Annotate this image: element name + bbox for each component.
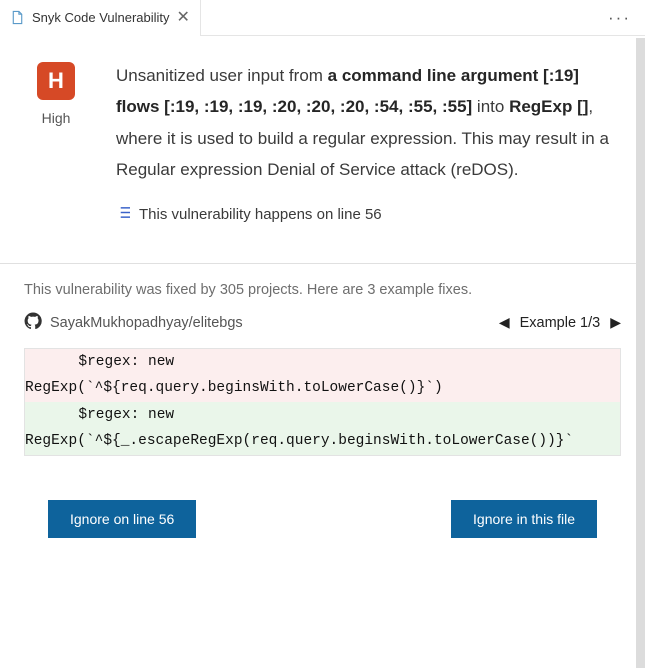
ignore-in-file-button[interactable]: Ignore in this file xyxy=(451,500,597,538)
example-repo[interactable]: SayakMukhopadhyay/elitebgs xyxy=(24,312,243,334)
more-icon[interactable]: ··· xyxy=(602,8,637,28)
tab-bar: Snyk Code Vulnerability ✕ ··· xyxy=(0,0,645,36)
action-bar: Ignore on line 56 Ignore in this file xyxy=(0,474,645,566)
vulnerability-description: Unsanitized user input from a command li… xyxy=(116,60,619,186)
diff-removed-line: $regex: new xyxy=(25,349,620,375)
fixes-intro: This vulnerability was fixed by 305 proj… xyxy=(24,282,621,298)
pager-label: Example 1/3 xyxy=(520,315,601,331)
desc-sink: RegExp [] xyxy=(509,97,588,116)
scrollbar[interactable] xyxy=(636,38,645,668)
code-diff: $regex: new RegExp(`^${req.query.beginsW… xyxy=(24,348,621,456)
desc-mid: into xyxy=(472,97,509,116)
file-icon xyxy=(10,10,25,25)
ignore-on-line-button[interactable]: Ignore on line 56 xyxy=(48,500,196,538)
diff-added-line: RegExp(`^${_.escapeRegExp(req.query.begi… xyxy=(25,428,620,454)
diff-added-line: $regex: new xyxy=(25,402,620,428)
prev-example-icon[interactable]: ◀ xyxy=(499,314,510,331)
divider xyxy=(0,263,645,264)
tab-title: Snyk Code Vulnerability xyxy=(32,10,170,25)
desc-pre: Unsanitized user input from xyxy=(116,66,328,85)
severity-badge: H xyxy=(37,62,75,100)
active-tab[interactable]: Snyk Code Vulnerability ✕ xyxy=(0,0,201,36)
description-column: Unsanitized user input from a command li… xyxy=(116,60,619,223)
github-icon xyxy=(24,312,42,334)
line-info-text: This vulnerability happens on line 56 xyxy=(139,206,382,223)
severity-label: High xyxy=(42,110,71,126)
next-example-icon[interactable]: ▶ xyxy=(610,314,621,331)
example-fixes-section: This vulnerability was fixed by 305 proj… xyxy=(0,282,645,474)
severity-column: H High xyxy=(26,60,86,223)
list-icon xyxy=(116,206,131,222)
example-pager: ◀ Example 1/3 ▶ xyxy=(499,314,621,331)
close-icon[interactable]: ✕ xyxy=(177,10,190,26)
line-info-row: This vulnerability happens on line 56 xyxy=(116,206,619,223)
diff-removed-line: RegExp(`^${req.query.beginsWith.toLowerC… xyxy=(25,375,620,401)
repo-name: SayakMukhopadhyay/elitebgs xyxy=(50,315,243,331)
main-content: H High Unsanitized user input from a com… xyxy=(0,36,645,237)
